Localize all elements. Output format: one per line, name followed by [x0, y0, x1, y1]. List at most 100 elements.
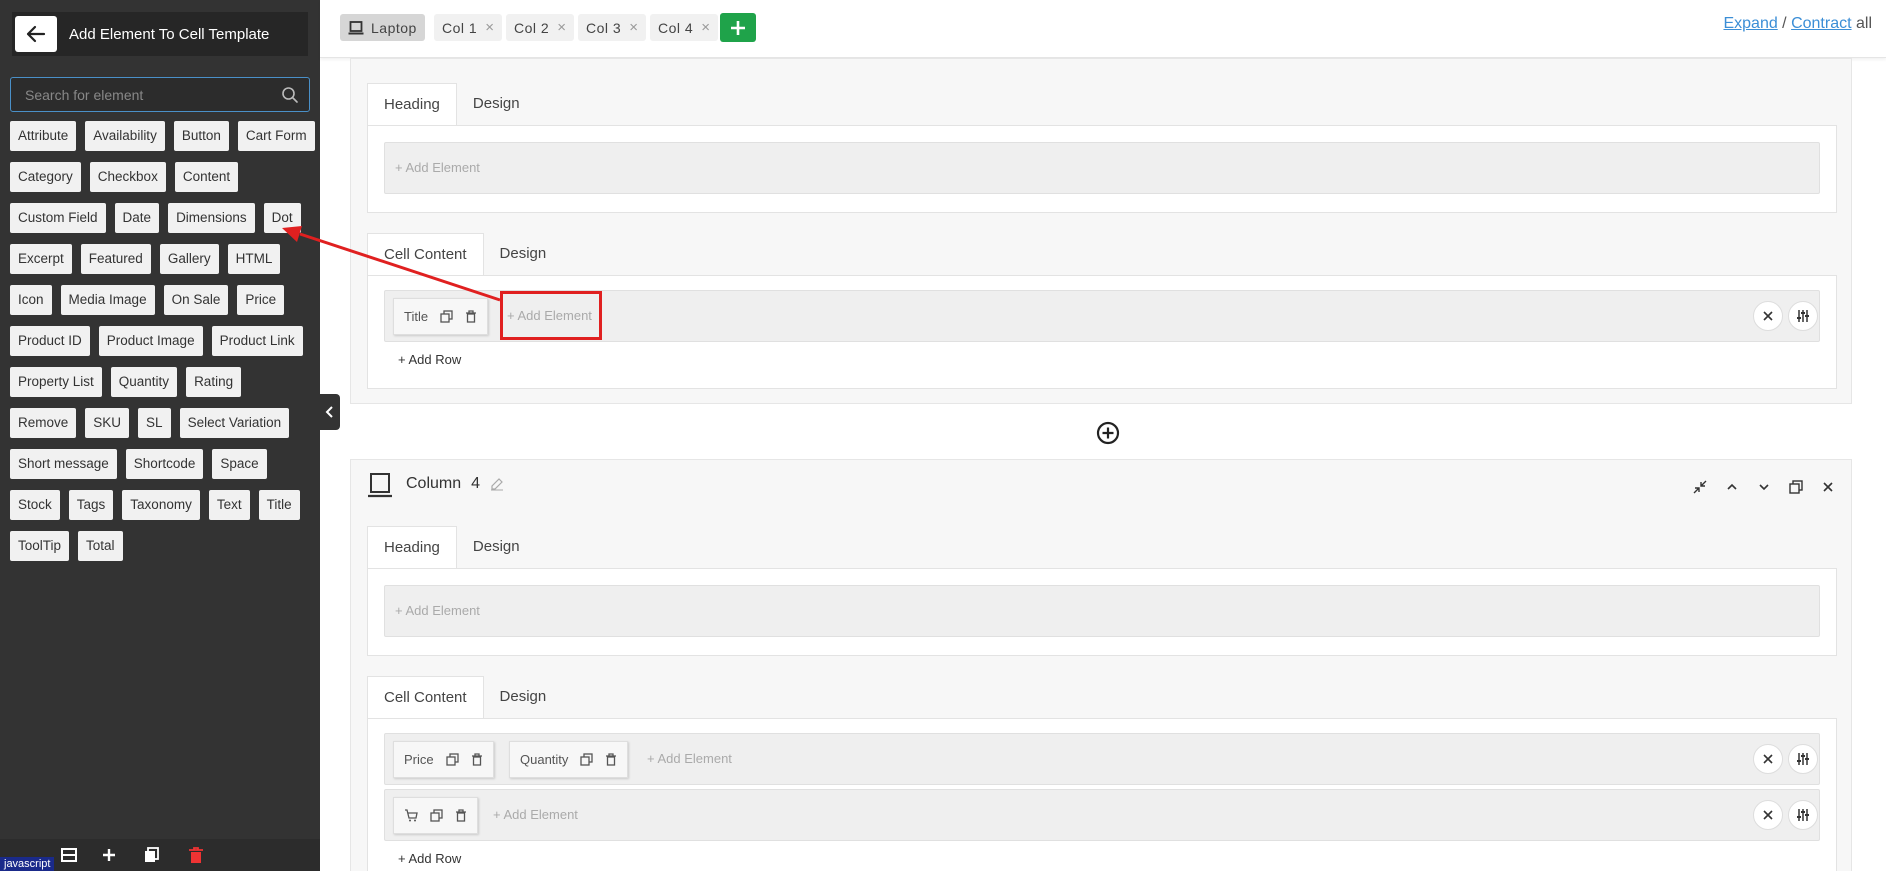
element-chip[interactable]: Price: [237, 285, 285, 315]
close-icon[interactable]: [1821, 480, 1835, 494]
edit-icon[interactable]: [490, 477, 504, 491]
copy-icon[interactable]: [144, 847, 160, 863]
copy-icon[interactable]: [445, 753, 459, 766]
remove-row-button[interactable]: [1753, 744, 1783, 774]
element-chip[interactable]: Product Image: [98, 326, 203, 356]
add-row-link[interactable]: + Add Row: [398, 352, 461, 367]
trash-icon[interactable]: [455, 809, 467, 822]
element-chip[interactable]: Property List: [10, 367, 102, 397]
tab-col-3[interactable]: Col 3 ×: [578, 14, 647, 41]
element-chip[interactable]: Content: [174, 162, 239, 192]
add-element-link[interactable]: + Add Element: [493, 807, 578, 822]
search-input[interactable]: [11, 78, 281, 111]
tab-cell-content[interactable]: Cell Content: [367, 676, 484, 718]
row-settings-button[interactable]: [1788, 301, 1818, 331]
add-row-link[interactable]: + Add Row: [398, 851, 461, 866]
element-chip[interactable]: Excerpt: [10, 244, 72, 274]
element-chip[interactable]: Tags: [68, 490, 114, 520]
row-settings-button[interactable]: [1788, 800, 1818, 830]
tab-heading[interactable]: Heading: [367, 526, 457, 568]
element-chip[interactable]: Taxonomy: [122, 490, 200, 520]
tab-col-4[interactable]: Col 4 ×: [650, 14, 719, 41]
tab-design[interactable]: Design: [484, 233, 563, 275]
element-chip[interactable]: Text: [208, 490, 250, 520]
add-column-circle-icon[interactable]: [1096, 421, 1120, 445]
copy-icon[interactable]: [440, 310, 453, 323]
add-column-button[interactable]: [720, 13, 756, 42]
element-chip[interactable]: Short message: [10, 449, 117, 479]
heading-add-element-bar[interactable]: + Add Element: [384, 585, 1820, 637]
element-chip[interactable]: Quantity: [110, 367, 178, 397]
trash-icon[interactable]: [471, 753, 483, 766]
element-chip[interactable]: Category: [10, 162, 81, 192]
element-chip[interactable]: Product ID: [10, 326, 90, 356]
add-element-link[interactable]: + Add Element: [395, 603, 480, 618]
element-pill-price[interactable]: Price: [393, 741, 494, 778]
element-chip[interactable]: Date: [114, 203, 160, 233]
element-chip[interactable]: Remove: [10, 408, 77, 438]
cell-content-section: Price Quantity + Add Element + Add Eleme…: [367, 718, 1837, 871]
element-pill-title[interactable]: Title: [393, 298, 489, 335]
element-chip[interactable]: Rating: [186, 367, 242, 397]
sidebar-collapse-toggle[interactable]: [320, 394, 340, 430]
add-element-link[interactable]: + Add Element: [647, 751, 732, 766]
element-chip[interactable]: Icon: [10, 285, 52, 315]
element-chip[interactable]: HTML: [227, 244, 281, 274]
element-chip[interactable]: Dot: [263, 203, 301, 233]
tab-col-1[interactable]: Col 1 ×: [434, 14, 503, 41]
element-chip[interactable]: Cart Form: [237, 121, 315, 151]
element-chip[interactable]: ToolTip: [10, 531, 70, 561]
element-chip[interactable]: Stock: [10, 490, 60, 520]
heading-add-element-bar[interactable]: + Add Element: [384, 142, 1820, 194]
layout-icon[interactable]: [60, 847, 78, 863]
chevron-up-icon[interactable]: [1725, 480, 1739, 494]
device-tab-laptop[interactable]: Laptop: [340, 14, 425, 41]
element-chip[interactable]: Featured: [80, 244, 151, 274]
tab-design[interactable]: Design: [457, 83, 536, 125]
tab-cell-content[interactable]: Cell Content: [367, 233, 484, 275]
copy-icon[interactable]: [580, 753, 594, 766]
element-chip[interactable]: Button: [173, 121, 229, 151]
tab-design[interactable]: Design: [484, 676, 563, 718]
element-chip[interactable]: Product Link: [211, 326, 303, 356]
remove-row-button[interactable]: [1753, 800, 1783, 830]
tab-heading[interactable]: Heading: [367, 83, 457, 125]
element-chip[interactable]: Select Variation: [179, 408, 290, 438]
copy-icon[interactable]: [1789, 480, 1803, 494]
element-chip[interactable]: Availability: [85, 121, 165, 151]
back-button[interactable]: [15, 16, 57, 52]
tab-col-2[interactable]: Col 2 ×: [506, 14, 575, 41]
element-chip[interactable]: Title: [258, 490, 300, 520]
element-chip[interactable]: Shortcode: [125, 449, 204, 479]
element-chip[interactable]: On Sale: [163, 285, 229, 315]
element-chip[interactable]: Checkbox: [89, 162, 166, 192]
plus-icon[interactable]: [101, 847, 117, 863]
element-pill-cart[interactable]: [393, 797, 478, 834]
close-icon[interactable]: ×: [629, 19, 638, 36]
remove-row-button[interactable]: [1753, 301, 1783, 331]
compress-icon[interactable]: [1693, 480, 1707, 494]
contract-link[interactable]: Contract: [1791, 15, 1851, 32]
element-chip[interactable]: Dimensions: [168, 203, 255, 233]
close-icon[interactable]: ×: [701, 19, 710, 36]
close-icon[interactable]: ×: [557, 19, 566, 36]
element-chip[interactable]: Gallery: [159, 244, 219, 274]
row-settings-button[interactable]: [1788, 744, 1818, 774]
element-chip[interactable]: Media Image: [60, 285, 155, 315]
element-chip[interactable]: Attribute: [10, 121, 77, 151]
chevron-down-icon[interactable]: [1757, 480, 1771, 494]
element-pill-quantity[interactable]: Quantity: [509, 741, 629, 778]
add-element-link[interactable]: + Add Element: [395, 160, 480, 175]
expand-link[interactable]: Expand: [1723, 15, 1777, 32]
trash-icon[interactable]: [605, 753, 617, 766]
element-chip[interactable]: SL: [138, 408, 171, 438]
element-chip[interactable]: Custom Field: [10, 203, 106, 233]
element-chip[interactable]: SKU: [85, 408, 130, 438]
element-chip[interactable]: Total: [78, 531, 123, 561]
tab-design[interactable]: Design: [457, 526, 536, 568]
element-chip[interactable]: Space: [212, 449, 267, 479]
close-icon[interactable]: ×: [485, 19, 494, 36]
copy-icon[interactable]: [430, 809, 443, 822]
trash-icon[interactable]: [465, 310, 477, 323]
trash-icon[interactable]: [188, 847, 204, 864]
